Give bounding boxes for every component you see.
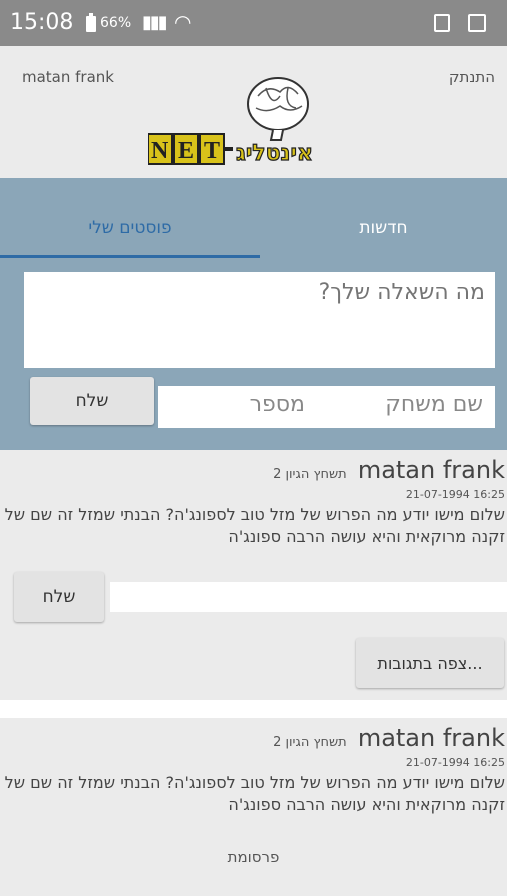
post-card: matan frank תשחץ הגיון 2 21-07-1994 16:2… (0, 718, 507, 838)
nickname-field[interactable]: שם משחק מספר (158, 386, 495, 428)
screenshot-icon (434, 14, 450, 32)
main-panel: פוסטים שלי חדשות שם משחק מספר שלח (0, 178, 507, 450)
brain-head-icon (247, 77, 309, 141)
post-author: matan frank (357, 456, 505, 484)
active-tab-indicator (0, 255, 260, 258)
status-bar: 15:08 66% ▮▮▮ ◠ (0, 0, 507, 46)
ad-label: פרסומת (227, 848, 280, 866)
view-replies-button[interactable]: צפה בתגובות... (356, 638, 504, 688)
svg-text:E: E (178, 138, 194, 164)
tab-my-posts[interactable]: פוסטים שלי (0, 218, 260, 238)
logo-hebrew-word: אינטליג (236, 141, 313, 166)
post-date: 21-07-1994 16:25 (405, 756, 505, 769)
svg-text:N: N (151, 138, 169, 164)
send-reply-button[interactable]: שלח (14, 572, 104, 622)
number-placeholder: מספר (249, 392, 305, 417)
username-label: matan frank (22, 68, 114, 86)
send-question-button[interactable]: שלח (30, 377, 154, 425)
post-divider (0, 700, 507, 718)
post-body: שלום מישו יודע מה הפרוש של מזל טוב לספונ… (4, 505, 505, 546)
question-input[interactable] (24, 272, 495, 368)
post-header: matan frank תשחץ הגיון 2 (273, 724, 505, 754)
post-author: matan frank (357, 724, 505, 752)
reply-input[interactable] (110, 582, 507, 612)
status-time: 15:08 (10, 10, 74, 35)
gallery-icon (468, 14, 486, 32)
tab-bar: פוסטים שלי חדשות (0, 178, 507, 260)
logo-net-letters: N E T (148, 133, 233, 165)
post-type: תשחץ הגיון 2 (273, 735, 347, 750)
battery-icon (86, 13, 96, 32)
post-date: 21-07-1994 16:25 (405, 488, 505, 501)
wifi-icon: ◠ (174, 10, 192, 34)
signal-icon: ▮▮▮ (142, 12, 168, 33)
svg-text:T: T (204, 138, 220, 164)
battery-percent: 66% (100, 15, 132, 31)
logout-link[interactable]: התנתק (449, 68, 495, 86)
post-header: matan frank תשחץ הגיון 2 (273, 456, 505, 486)
app-header: matan frank התנתק N E T אינטליג (0, 46, 507, 178)
post-body: שלום מישו יודע מה הפרוש של מזל טוב לספונ… (4, 773, 505, 814)
nickname-placeholder: שם משחק (385, 392, 483, 417)
tab-news[interactable]: חדשות (260, 218, 507, 238)
app-logo: N E T אינטליג (148, 77, 314, 167)
post-type: תשחץ הגיון 2 (273, 467, 347, 482)
